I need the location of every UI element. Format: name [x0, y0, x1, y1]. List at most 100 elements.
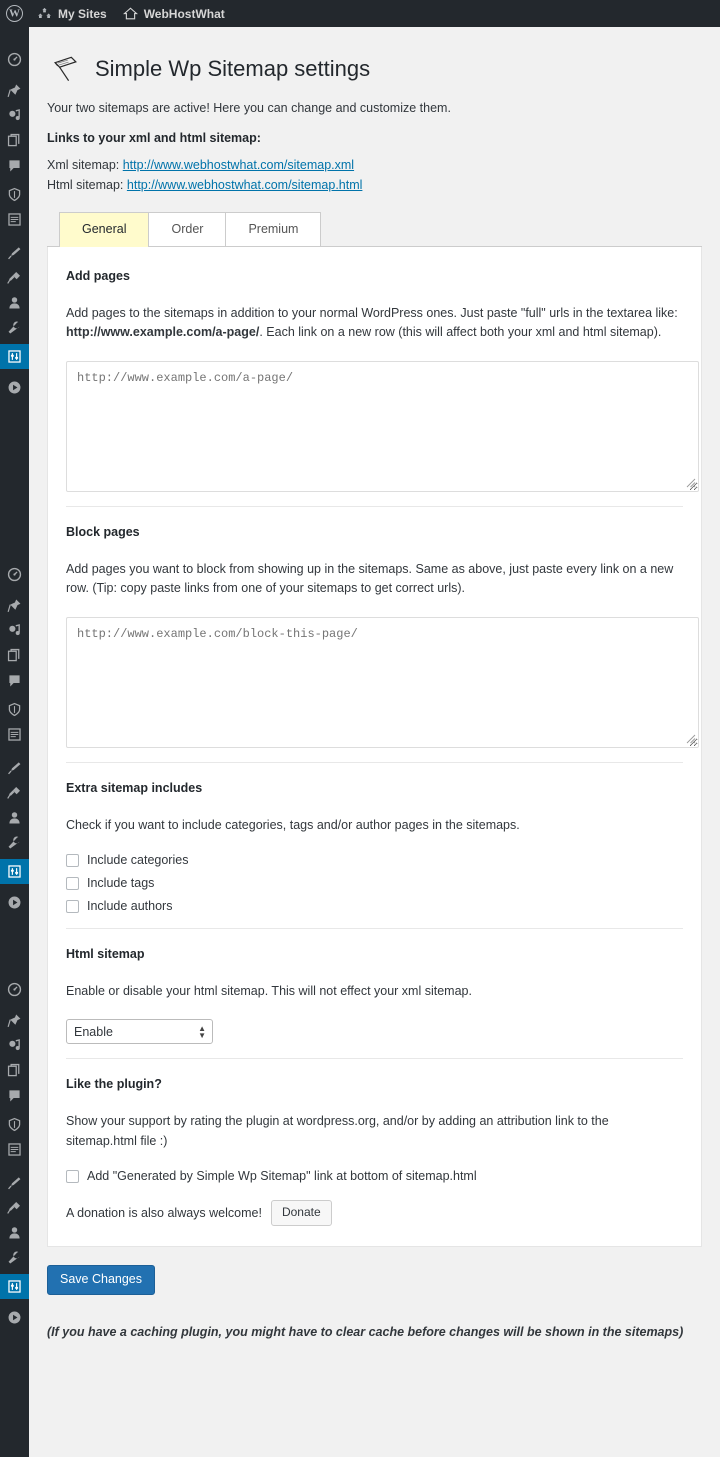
block-pages-textarea-wrap: [66, 616, 699, 748]
sidebar-item-forms[interactable]: [0, 1137, 29, 1162]
media-icon: [9, 624, 20, 636]
sidebar-item-tools-wrench[interactable]: [0, 830, 29, 855]
sidebar-item-appearance-brush[interactable]: [0, 1170, 29, 1195]
sidebar-item-collapse-play[interactable]: [0, 1305, 29, 1330]
checkbox-include-authors[interactable]: [66, 899, 79, 913]
sidebar-item-settings-sliders[interactable]: [0, 859, 29, 884]
media-icon: [9, 109, 20, 121]
html-sitemap-select[interactable]: EnableDisable: [66, 1019, 213, 1045]
sidebar-item-comments[interactable]: [0, 153, 29, 178]
sidebar-item-pin-posts[interactable]: [0, 78, 29, 103]
forms-icon: [8, 213, 21, 226]
label-include-tags: Include tags: [87, 875, 155, 890]
sidebar-item-pages[interactable]: [0, 1058, 29, 1083]
checkbox-row-tags[interactable]: Include tags: [66, 876, 683, 891]
xml-sitemap-link-row: Xml sitemap: http://www.webhostwhat.com/…: [47, 158, 702, 172]
xml-sitemap-label: Xml sitemap:: [47, 158, 120, 172]
sidebar-item-shield-security[interactable]: [0, 697, 29, 722]
page-header: Simple Wp Sitemap settings: [47, 37, 702, 97]
sidebar-item-settings-sliders[interactable]: [0, 1274, 29, 1299]
admin-bar: My Sites WebHostWhat: [0, 0, 720, 27]
signpost-icon: [53, 56, 77, 82]
comments-icon: [9, 160, 20, 172]
donate-button[interactable]: Donate: [270, 1200, 332, 1226]
save-changes-button[interactable]: Save Changes: [47, 1264, 156, 1295]
checkbox-row-categories[interactable]: Include categories: [66, 853, 683, 868]
sidebar-item-comments[interactable]: [0, 1083, 29, 1108]
tab-general[interactable]: General: [59, 212, 150, 247]
checkbox-attribution-link[interactable]: [66, 1170, 79, 1183]
sidebar-item-users[interactable]: [0, 805, 29, 830]
intro-text: Your two sitemaps are active! Here you c…: [47, 101, 451, 115]
settings-sliders-icon: [8, 1280, 21, 1293]
network-sites-icon: [38, 7, 51, 18]
section-html-sitemap: Html sitemap Enable or disable your html…: [66, 927, 683, 1045]
pages-icon: [7, 133, 20, 147]
sidebar-item-plugins-plug[interactable]: [0, 265, 29, 290]
sidebar-item-comments[interactable]: [0, 668, 29, 693]
settings-card: Add pages Add pages to the sitemaps in a…: [47, 247, 702, 1247]
checkbox-include-categories[interactable]: [66, 853, 79, 867]
section-block-pages: Block pages Add pages you want to block …: [66, 505, 699, 748]
add-pages-desc-example: http://www.example.com/a-page/: [66, 325, 260, 340]
users-icon: [9, 812, 20, 824]
tab-order[interactable]: Order: [148, 212, 227, 246]
like-plugin-title: Like the plugin?: [66, 1077, 162, 1092]
wordpress-logo-button[interactable]: [0, 0, 29, 27]
comments-icon: [9, 1090, 20, 1102]
admin-bar-item-my-sites[interactable]: My Sites: [29, 0, 115, 27]
checkbox-include-tags[interactable]: [66, 876, 79, 890]
xml-sitemap-link[interactable]: http://www.webhostwhat.com/sitemap.xml: [123, 158, 354, 172]
extra-includes-description: Check if you want to include categories,…: [66, 817, 520, 832]
sidebar-item-media[interactable]: [0, 1033, 29, 1058]
sidebar-item-shield-security[interactable]: [0, 182, 29, 207]
sidebar-item-settings-sliders[interactable]: [0, 344, 29, 369]
checkbox-row-attribution[interactable]: Add "Generated by Simple Wp Sitemap" lin…: [66, 1169, 683, 1184]
sidebar-item-forms[interactable]: [0, 207, 29, 232]
label-include-authors: Include authors: [87, 898, 173, 913]
sidebar-item-appearance-brush[interactable]: [0, 240, 29, 265]
dashboard-gauge-icon: [7, 567, 22, 582]
users-icon: [9, 297, 20, 309]
sidebar-item-pin-posts[interactable]: [0, 593, 29, 618]
sidebar-item-plugins-plug[interactable]: [0, 780, 29, 805]
sidebar-item-appearance-brush[interactable]: [0, 755, 29, 780]
add-pages-textarea-wrap: [66, 360, 699, 492]
sidebar-item-users[interactable]: [0, 1220, 29, 1245]
add-pages-textarea[interactable]: [66, 360, 699, 492]
media-icon: [9, 1039, 20, 1051]
block-pages-textarea[interactable]: [66, 616, 699, 748]
like-plugin-description: Show your support by rating the plugin a…: [66, 1114, 609, 1148]
sidebar-item-users[interactable]: [0, 290, 29, 315]
sidebar-item-dashboard-gauge[interactable]: [0, 977, 29, 1002]
sidebar-item-collapse-play[interactable]: [0, 890, 29, 915]
sidebar-item-dashboard-gauge[interactable]: [0, 47, 29, 72]
sidebar-item-tools-wrench[interactable]: [0, 315, 29, 340]
sidebar-item-plugins-plug[interactable]: [0, 1195, 29, 1220]
sidebar-item-pages[interactable]: [0, 643, 29, 668]
plugins-plug-icon: [7, 786, 21, 799]
checkbox-row-authors[interactable]: Include authors: [66, 899, 683, 914]
sidebar-item-media[interactable]: [0, 618, 29, 643]
sidebar-item-pin-posts[interactable]: [0, 1008, 29, 1033]
sidebar-item-media[interactable]: [0, 103, 29, 128]
wordpress-logo-icon: [6, 5, 23, 22]
settings-tabs: General Order Premium: [47, 212, 702, 247]
admin-bar-item-site-name[interactable]: WebHostWhat: [115, 0, 233, 27]
sidebar-item-collapse-play[interactable]: [0, 375, 29, 400]
block-pages-description: Add pages you want to block from showing…: [66, 561, 674, 596]
collapse-play-icon: [8, 896, 21, 909]
html-sitemap-link[interactable]: http://www.webhostwhat.com/sitemap.html: [127, 178, 363, 192]
sidebar-item-forms[interactable]: [0, 722, 29, 747]
admin-sidebar: [0, 27, 29, 1457]
add-pages-title: Add pages: [66, 269, 130, 283]
section-like-plugin: Like the plugin? Show your support by ra…: [66, 1058, 683, 1226]
sidebar-item-dashboard-gauge[interactable]: [0, 562, 29, 587]
add-pages-description: Add pages to the sitemaps in addition to…: [66, 304, 683, 343]
sidebar-item-tools-wrench[interactable]: [0, 1245, 29, 1270]
sidebar-item-shield-security[interactable]: [0, 1112, 29, 1137]
collapse-play-icon: [8, 1311, 21, 1324]
shield-security-icon: [8, 1117, 21, 1132]
sidebar-item-pages[interactable]: [0, 128, 29, 153]
tab-premium[interactable]: Premium: [225, 212, 322, 246]
